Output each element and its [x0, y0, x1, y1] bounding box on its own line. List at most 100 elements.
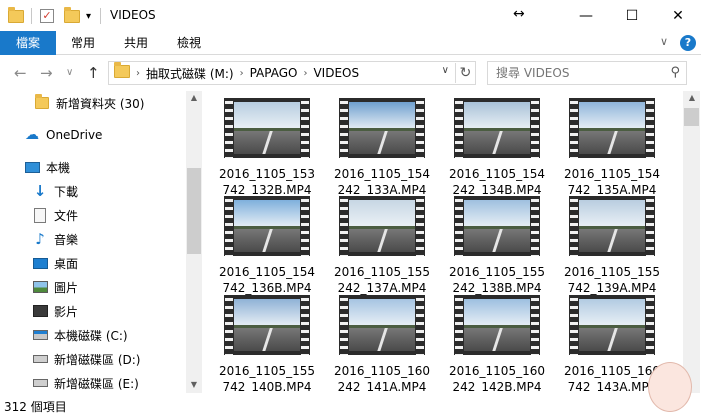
- file-name-line: 2016_1105_155: [219, 364, 315, 378]
- expand-ribbon-chevron-icon[interactable]: ∨: [660, 35, 668, 48]
- file-name: 2016_1105_155 242_137A.MP4: [332, 264, 432, 296]
- file-name-line: 2016_1105_154: [564, 167, 660, 181]
- quick-access-dropdown-icon[interactable]: ▾: [86, 7, 91, 25]
- file-tile[interactable]: 2016_1105_155 242_138B.MP4: [447, 196, 547, 300]
- address-bar[interactable]: › 抽取式磁碟 (M:) › PAPAGO › VIDEOS ∨: [108, 61, 476, 85]
- nav-pane-scroll-thumb[interactable]: [187, 168, 201, 254]
- file-tile[interactable]: 2016_1105_160 242_141A.MP4: [332, 295, 432, 393]
- minimize-button[interactable]: —: [563, 0, 609, 31]
- close-button[interactable]: ✕: [655, 0, 701, 31]
- document-icon: [32, 207, 48, 223]
- file-tile[interactable]: 2016_1105_153 742_132B.MP4: [217, 98, 317, 202]
- file-tile[interactable]: 2016_1105_155 742_139A.MP4: [562, 196, 662, 300]
- tab-file[interactable]: 檔案: [0, 31, 56, 55]
- video-thumbnail: [224, 98, 310, 158]
- tab-share[interactable]: 共用: [113, 31, 159, 55]
- file-name: 2016_1105_154 742_136B.MP4: [217, 264, 317, 296]
- search-icon[interactable]: ⚲: [670, 65, 680, 80]
- video-frame: [464, 200, 530, 252]
- tab-home[interactable]: 常用: [60, 31, 106, 55]
- address-history-chevron-icon[interactable]: ∨: [442, 65, 449, 76]
- nav-scroll-up-icon[interactable]: ▲: [186, 93, 202, 102]
- maximize-button[interactable]: ☐: [609, 0, 655, 31]
- file-name: 2016_1105_154 242_133A.MP4: [332, 166, 432, 198]
- up-arrow-icon[interactable]: ↑: [87, 64, 100, 82]
- nav-item-onedrive[interactable]: ☁ OneDrive: [24, 125, 102, 145]
- nav-item-pictures[interactable]: 圖片: [32, 277, 78, 297]
- back-arrow-icon[interactable]: ←: [14, 64, 27, 82]
- video-frame: [464, 299, 530, 351]
- nav-item-drive-e[interactable]: 新增磁碟區 (E:): [32, 373, 139, 393]
- video-frame: [579, 102, 645, 154]
- nav-item-documents[interactable]: 文件: [32, 205, 78, 225]
- content-scroll-up-icon[interactable]: ▲: [684, 93, 700, 102]
- file-tile[interactable]: 2016_1105_154 742_135A.MP4: [562, 98, 662, 202]
- nav-item-new-folder[interactable]: 新增資料夾 (30): [34, 93, 144, 113]
- nav-item-downloads[interactable]: ↓ 下載: [32, 181, 78, 201]
- tab-view[interactable]: 檢視: [166, 31, 212, 55]
- file-name-line: 242_138B.MP4: [452, 281, 542, 295]
- video-frame: [234, 200, 300, 252]
- ribbon-tabs: 檔案 常用 共用 檢視 ∨ ?: [0, 31, 701, 55]
- file-name-line: 242_137A.MP4: [337, 281, 427, 295]
- nav-item-this-pc[interactable]: 本機: [24, 157, 70, 177]
- onedrive-icon: ☁: [25, 127, 39, 143]
- folder-icon: [8, 6, 24, 25]
- content-scrollbar[interactable]: [683, 91, 700, 393]
- search-box[interactable]: ⚲: [487, 61, 687, 85]
- nav-scroll-down-icon[interactable]: ▼: [186, 380, 202, 389]
- breadcrumb-separator: ›: [303, 67, 308, 79]
- forward-arrow-icon[interactable]: →: [40, 64, 53, 82]
- file-name: 2016_1105_160 242_142B.MP4: [447, 363, 547, 393]
- item-count: 312 個項目: [4, 400, 67, 414]
- file-name-line: 2016_1105_155: [564, 265, 660, 279]
- breadcrumb-papago[interactable]: PAPAGO: [250, 66, 298, 80]
- file-name: 2016_1105_153 742_132B.MP4: [217, 166, 317, 198]
- file-tile[interactable]: 2016_1105_155 742_140B.MP4: [217, 295, 317, 393]
- refresh-icon[interactable]: ↻: [455, 63, 475, 83]
- nav-item-drive-c[interactable]: 本機磁碟 (C:): [32, 325, 128, 345]
- nav-item-videos[interactable]: 影片: [32, 301, 78, 321]
- nav-item-label: 影片: [54, 304, 79, 319]
- video-thumbnail: [339, 98, 425, 158]
- desktop-icon: [32, 255, 48, 271]
- nav-item-music[interactable]: ♪ 音樂: [32, 229, 78, 249]
- breadcrumb-separator: ›: [239, 67, 244, 79]
- file-name: 2016_1105_155 742_140B.MP4: [217, 363, 317, 393]
- content-scroll-thumb[interactable]: [684, 108, 699, 126]
- file-name-line: 2016_1105_160: [334, 364, 430, 378]
- nav-item-drive-d[interactable]: 新增磁碟區 (D:): [32, 349, 140, 369]
- file-name-line: 2016_1105_154: [219, 265, 315, 279]
- breadcrumb-drive[interactable]: 抽取式磁碟 (M:): [146, 65, 234, 82]
- file-name-line: 2016_1105_160: [449, 364, 545, 378]
- new-folder-quick-icon[interactable]: [64, 6, 80, 25]
- file-tile[interactable]: 2016_1105_154 742_136B.MP4: [217, 196, 317, 300]
- properties-check-icon[interactable]: ✓: [40, 7, 54, 25]
- nav-item-label: 本機磁碟 (C:): [54, 328, 128, 343]
- video-thumbnail: [339, 196, 425, 256]
- file-name: 2016_1105_154 242_134B.MP4: [447, 166, 547, 198]
- address-folder-icon: [114, 62, 130, 81]
- nav-item-desktop[interactable]: 桌面: [32, 253, 78, 273]
- breadcrumb-videos[interactable]: VIDEOS: [313, 66, 359, 80]
- file-tile[interactable]: 2016_1105_160 242_142B.MP4: [447, 295, 547, 393]
- video-thumbnail: [224, 295, 310, 355]
- file-name: 2016_1105_160 242_141A.MP4: [332, 363, 432, 393]
- computer-icon: [24, 159, 40, 175]
- music-icon: ♪: [35, 230, 45, 248]
- file-tile[interactable]: 2016_1105_154 242_133A.MP4: [332, 98, 432, 202]
- nav-item-label: 下載: [54, 184, 79, 199]
- help-icon[interactable]: ?: [680, 35, 696, 51]
- nav-item-label: 音樂: [54, 232, 79, 247]
- file-name-line: 2016_1105_154: [449, 167, 545, 181]
- video-thumbnail: [224, 196, 310, 256]
- file-tile[interactable]: 2016_1105_160 742_143A.MP4: [562, 295, 662, 393]
- file-tile[interactable]: 2016_1105_154 242_134B.MP4: [447, 98, 547, 202]
- file-name-line: 2016_1105_155: [449, 265, 545, 279]
- file-tile[interactable]: 2016_1105_155 242_137A.MP4: [332, 196, 432, 300]
- video-frame: [349, 102, 415, 154]
- nav-item-label: 圖片: [54, 280, 79, 295]
- recent-locations-chevron-icon[interactable]: ∨: [66, 67, 73, 78]
- search-input[interactable]: [488, 62, 658, 84]
- file-name-line: 2016_1105_153: [219, 167, 315, 181]
